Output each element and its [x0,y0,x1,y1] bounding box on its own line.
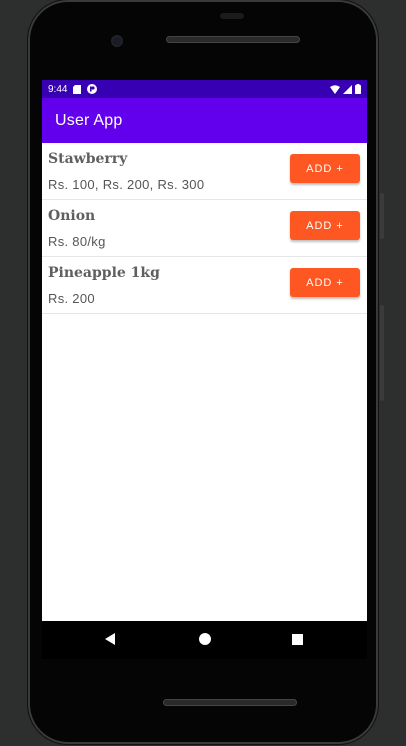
list-item: Pineapple 1kg Rs. 200 ADD + [42,257,367,314]
sd-card-icon [73,84,82,94]
product-price: Rs. 80/kg [48,234,106,249]
navigation-bar [42,621,367,659]
battery-icon [355,84,361,94]
add-button[interactable]: ADD + [290,154,360,183]
wifi-icon [330,84,340,94]
add-button[interactable]: ADD + [290,268,360,297]
back-icon[interactable] [105,633,115,645]
power-button [380,193,384,239]
volume-button [380,305,384,401]
recents-icon[interactable] [292,634,303,645]
add-button[interactable]: ADD + [290,211,360,240]
speaker-grille-top [166,36,300,43]
status-time: 9:44 [48,83,68,95]
app-bar: User App [42,98,367,143]
screen: 9:44 User App Stawberry Rs. 100, Rs. 200… [42,80,367,621]
app-notification-icon [87,84,98,94]
product-list: Stawberry Rs. 100, Rs. 200, Rs. 300 ADD … [42,143,367,314]
list-item: Stawberry Rs. 100, Rs. 200, Rs. 300 ADD … [42,143,367,200]
product-name: Onion [48,208,96,224]
product-name: Stawberry [48,151,128,167]
product-price: Rs. 100, Rs. 200, Rs. 300 [48,177,205,192]
app-title: User App [55,111,123,129]
front-camera-icon [111,35,123,47]
speaker-grille-bottom [163,699,297,706]
list-item: Onion Rs. 80/kg ADD + [42,200,367,257]
product-price: Rs. 200 [48,291,95,306]
sensor [220,13,244,19]
home-icon[interactable] [199,633,211,645]
product-name: Pineapple 1kg [48,265,160,281]
status-bar: 9:44 [42,80,367,98]
signal-icon [343,84,352,94]
